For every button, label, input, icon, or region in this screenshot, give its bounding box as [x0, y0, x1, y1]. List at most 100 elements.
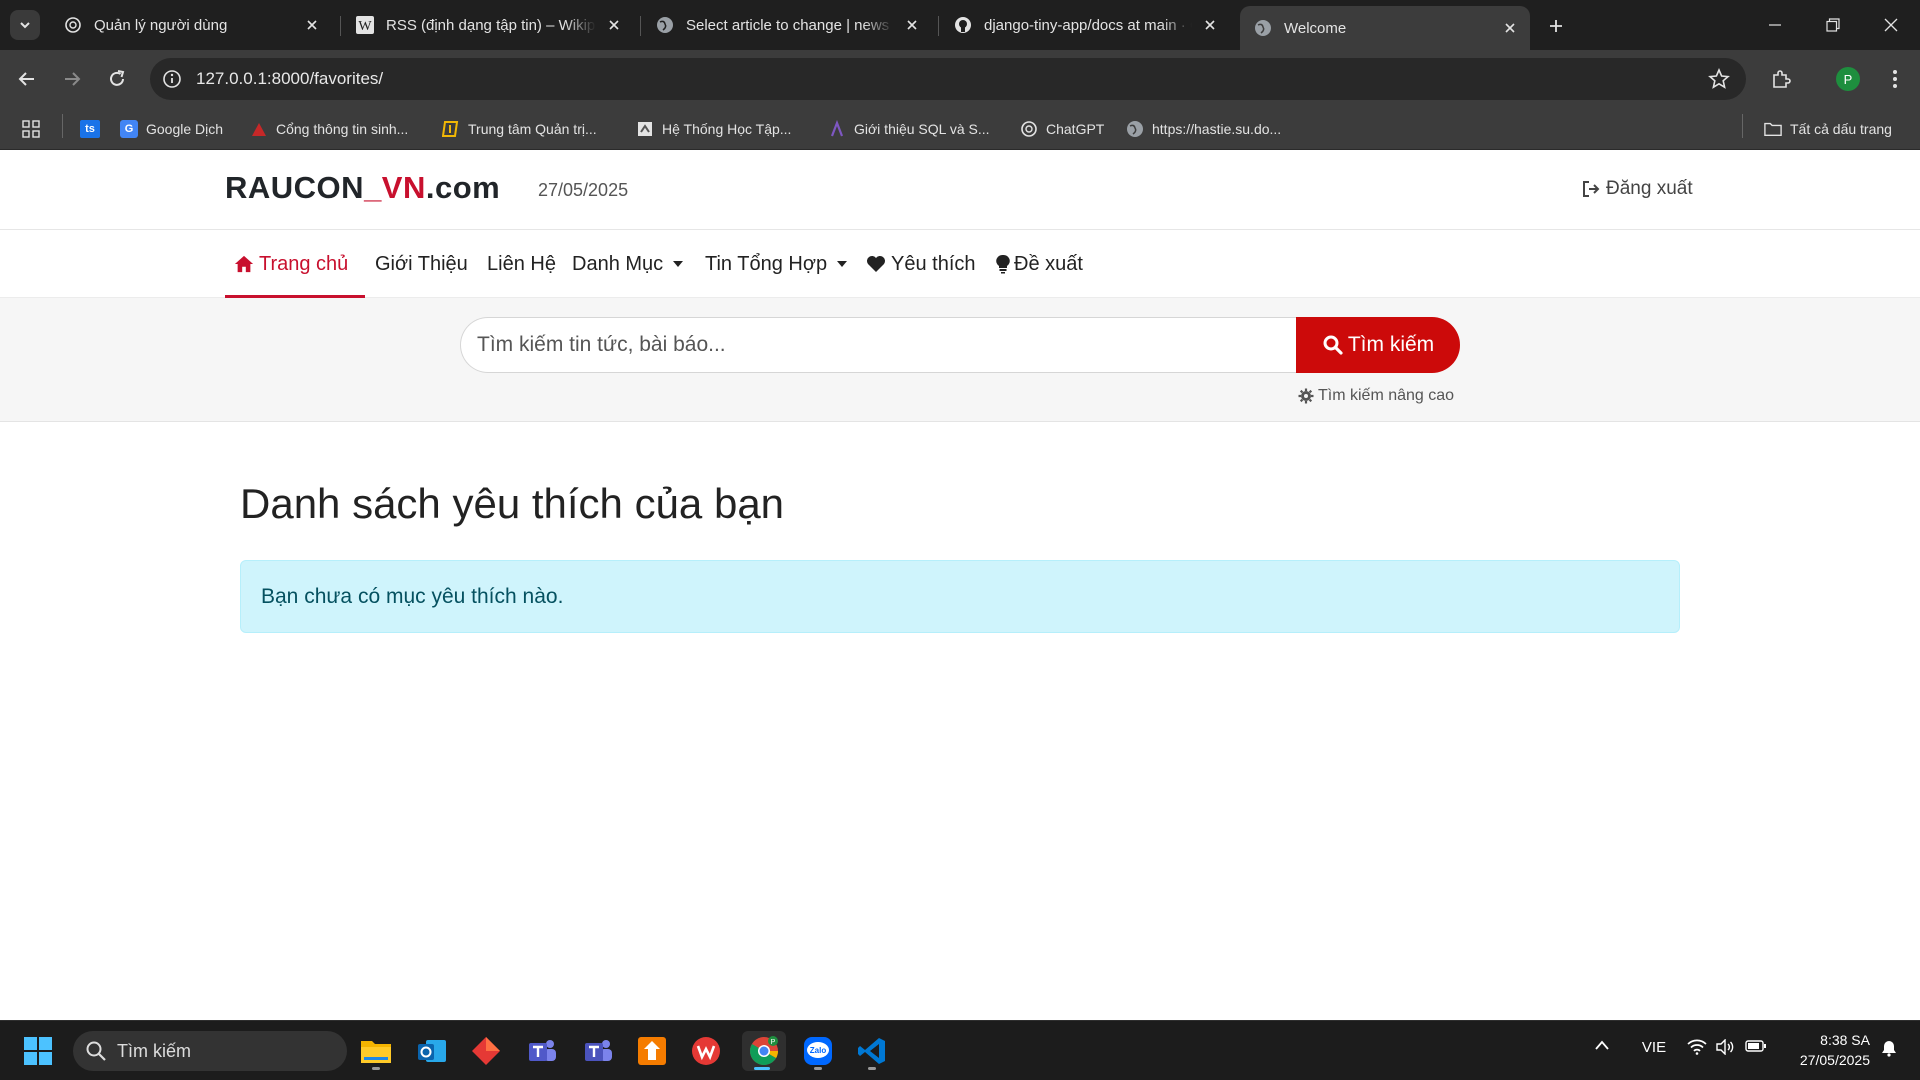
advanced-search-link[interactable]: Tìm kiếm nâng cao: [1298, 387, 1454, 405]
browser-tab[interactable]: Quản lý người dùng: [50, 8, 332, 42]
nav-label: Danh Mục: [572, 252, 664, 275]
bookmark-label: Trung tâm Quản trị...: [468, 121, 597, 137]
vscode-icon[interactable]: [852, 1031, 892, 1071]
new-tab-button[interactable]: [1542, 12, 1570, 40]
bookmarks-separator: [1742, 114, 1743, 138]
windows-start-icon[interactable]: [22, 1035, 54, 1067]
bookmark-item[interactable]: ChatGPT: [1020, 118, 1104, 140]
battery-icon[interactable]: [1744, 1039, 1768, 1053]
nav-label: Giới Thiệu: [375, 252, 468, 275]
bookmark-item[interactable]: G Google Dịch: [120, 118, 223, 140]
close-tab-icon[interactable]: [302, 15, 322, 35]
all-bookmarks-button[interactable]: Tất cả dấu trang: [1764, 118, 1892, 140]
empty-favorites-alert: Bạn chưa có mục yêu thích nào.: [240, 560, 1680, 633]
chevron-up-icon: [1595, 1040, 1609, 1050]
windows-taskbar: Tìm kiếm P Zalo VIE 8:38 SA 27/05/2025: [0, 1020, 1920, 1080]
close-tab-icon[interactable]: [1200, 15, 1220, 35]
apps-button[interactable]: [22, 118, 40, 140]
tab-search-button[interactable]: [10, 10, 40, 40]
ts-icon: ts: [80, 120, 100, 138]
folder-icon: [1764, 120, 1782, 138]
nav-item-contact[interactable]: Liên Hệ: [487, 230, 556, 298]
sign-out-icon: [1583, 181, 1600, 197]
file-explorer-icon[interactable]: [356, 1031, 396, 1071]
globe-icon: [1126, 120, 1144, 138]
arrow-right-icon: [65, 72, 81, 86]
nav-label: Tin Tổng Hợp: [705, 252, 828, 275]
browser-tab[interactable]: django-tiny-app/docs at main · GitHub: [940, 8, 1230, 42]
office-app-icon[interactable]: [632, 1031, 672, 1071]
search-input[interactable]: [460, 317, 1298, 373]
nav-item-about[interactable]: Giới Thiệu: [375, 230, 468, 298]
site-logo[interactable]: RAUCON_VN.com: [225, 170, 500, 206]
wifi-icon[interactable]: [1686, 1039, 1708, 1055]
bookmark-item[interactable]: Cổng thông tin sinh...: [250, 118, 408, 140]
browser-toolbar: 127.0.0.1:8000/favorites/ P: [0, 50, 1920, 108]
address-bar[interactable]: 127.0.0.1:8000/favorites/: [150, 58, 1746, 100]
search-button[interactable]: Tìm kiếm: [1296, 317, 1460, 373]
reload-button[interactable]: [102, 64, 132, 94]
wps-icon[interactable]: [686, 1031, 726, 1071]
bookmark-item[interactable]: https://hastie.su.do...: [1126, 118, 1281, 140]
bookmark-item[interactable]: Trung tâm Quản trị...: [442, 118, 597, 140]
tray-overflow-button[interactable]: [1590, 1039, 1614, 1051]
bookmark-label: Giới thiệu SQL và S...: [854, 121, 990, 137]
clock-time: 8:38 SA: [1820, 1032, 1870, 1048]
running-indicator: [868, 1067, 876, 1070]
site-info-icon[interactable]: [162, 69, 182, 89]
teams-icon[interactable]: [522, 1031, 562, 1071]
search-icon: [86, 1041, 106, 1061]
taskbar-search-label: Tìm kiếm: [117, 1040, 191, 1061]
nav-item-news-digest[interactable]: Tin Tổng Hợp: [705, 230, 848, 298]
browser-tab[interactable]: W RSS (định dạng tập tin) – Wikipedia: [342, 8, 634, 42]
close-tab-icon[interactable]: [1500, 18, 1520, 38]
close-icon: [1884, 18, 1898, 32]
restore-button[interactable]: [1804, 0, 1862, 50]
learning-system-icon: [636, 120, 654, 138]
profile-avatar[interactable]: P: [1836, 67, 1860, 91]
nav-item-suggestions[interactable]: Đề xuất: [995, 230, 1083, 298]
back-button[interactable]: [12, 64, 42, 94]
bookmark-item[interactable]: ts: [80, 118, 108, 140]
app-diamond-icon[interactable]: [466, 1031, 506, 1071]
close-tab-icon[interactable]: [604, 15, 624, 35]
notification-bell-icon[interactable]: [1878, 1039, 1900, 1057]
nav-item-favorites[interactable]: Yêu thích: [866, 230, 976, 298]
chevron-down-icon: [20, 22, 30, 29]
outlook-icon[interactable]: [412, 1031, 452, 1071]
close-tab-icon[interactable]: [902, 15, 922, 35]
url-text[interactable]: 127.0.0.1:8000/favorites/: [196, 69, 383, 89]
wikipedia-icon: W: [356, 16, 374, 34]
taskbar-clock[interactable]: 8:38 SA 27/05/2025: [1786, 1030, 1870, 1070]
puzzle-icon: [1773, 70, 1791, 88]
tab-separator: [640, 16, 641, 36]
nav-item-categories[interactable]: Danh Mục: [572, 230, 684, 298]
bookmark-item[interactable]: Hệ Thống Học Tập...: [636, 118, 791, 140]
teams-classic-icon[interactable]: [578, 1031, 618, 1071]
extensions-button[interactable]: [1766, 64, 1796, 94]
lightbulb-icon: [995, 254, 1011, 274]
tab-title: Quản lý người dùng: [94, 16, 228, 34]
browser-tab-active[interactable]: Welcome: [1240, 6, 1530, 50]
zalo-icon[interactable]: Zalo: [798, 1031, 838, 1071]
gear-icon: [1298, 388, 1314, 404]
taskbar-search[interactable]: Tìm kiếm: [73, 1031, 347, 1071]
caret-down-icon: [837, 261, 848, 267]
tab-title: django-tiny-app/docs at main · GitHub: [984, 16, 1192, 34]
minimize-button[interactable]: [1746, 0, 1804, 50]
language-indicator[interactable]: VIE: [1634, 1039, 1674, 1056]
bookmark-star-icon[interactable]: [1708, 68, 1730, 90]
svg-text:P: P: [771, 1039, 776, 1046]
restore-icon: [1826, 18, 1840, 32]
bookmark-item[interactable]: Giới thiệu SQL và S...: [828, 118, 990, 140]
volume-icon[interactable]: [1714, 1039, 1736, 1055]
browser-menu-button[interactable]: [1880, 64, 1910, 94]
nav-item-home[interactable]: Trang chủ: [234, 230, 348, 298]
logout-link[interactable]: Đăng xuất: [1582, 178, 1693, 200]
close-window-button[interactable]: [1862, 0, 1920, 50]
chrome-icon[interactable]: P: [742, 1031, 786, 1071]
forward-button[interactable]: [57, 64, 87, 94]
browser-tab[interactable]: Select article to change | news admin: [642, 8, 932, 42]
admin-center-icon: [442, 120, 460, 138]
main-nav: Trang chủ Giới Thiệu Liên Hệ Danh Mục Ti…: [0, 230, 1920, 298]
